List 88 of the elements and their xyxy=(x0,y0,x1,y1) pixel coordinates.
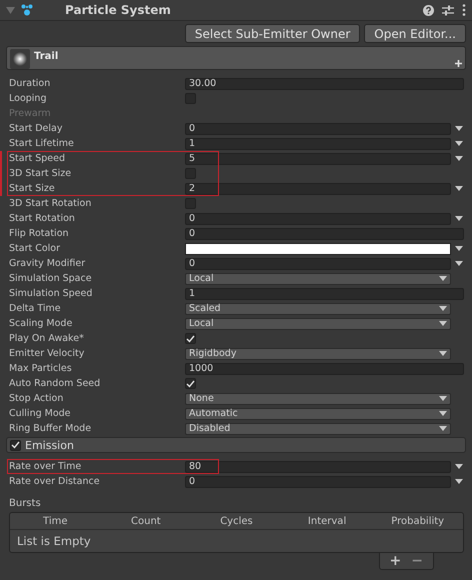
dropdown-arrow-icon[interactable] xyxy=(455,141,463,146)
property-label: Stop Action xyxy=(8,393,64,404)
number-field[interactable]: 80 xyxy=(185,460,451,472)
property-label: Start Rotation xyxy=(8,213,76,224)
particle-texture-icon xyxy=(13,52,27,66)
property-label: Looping xyxy=(8,93,48,104)
property-label: Start Speed xyxy=(8,153,66,164)
property-label: 3D Start Rotation xyxy=(8,198,92,209)
dropdown-arrow-icon[interactable] xyxy=(455,261,463,266)
dropdown[interactable]: None xyxy=(185,392,451,404)
checkmark-icon xyxy=(11,441,20,449)
column-header: Count xyxy=(130,516,162,526)
toolbar-button[interactable]: Select Sub-Emitter Owner xyxy=(184,24,360,43)
add-icon[interactable] xyxy=(455,60,462,67)
dropdown[interactable]: Rigidbody xyxy=(185,348,451,360)
column-header: Interval xyxy=(306,516,348,526)
property-label: Start Delay xyxy=(8,123,64,134)
number-field[interactable]: 0 xyxy=(185,476,451,488)
dropdown-arrow-icon[interactable] xyxy=(439,321,447,326)
dropdown-arrow-icon[interactable] xyxy=(455,156,463,161)
property-label: Start Size xyxy=(8,183,56,194)
property-label: Delta Time xyxy=(8,303,62,314)
dropdown[interactable]: Automatic xyxy=(185,408,451,420)
number-field[interactable]: 30.00 xyxy=(185,78,464,90)
property-label: Simulation Space xyxy=(8,273,93,284)
module-title: Trail xyxy=(34,51,58,62)
number-field[interactable]: 1000 xyxy=(185,362,464,374)
number-field[interactable]: 1 xyxy=(185,138,451,150)
module-header[interactable]: Trail xyxy=(6,46,466,70)
number-field[interactable]: 5 xyxy=(185,152,451,164)
column-header: Probability xyxy=(390,516,446,526)
dropdown-arrow-icon[interactable] xyxy=(439,351,447,356)
dropdown-arrow-icon[interactable] xyxy=(455,186,463,191)
property-label: Rate over Distance xyxy=(8,476,101,487)
checkbox[interactable] xyxy=(10,440,21,450)
dropdown-arrow-icon[interactable] xyxy=(439,426,447,431)
dropdown-arrow-icon[interactable] xyxy=(439,276,447,281)
property-label: Gravity Modifier xyxy=(8,258,86,269)
checkbox[interactable] xyxy=(185,378,196,389)
dropdown-arrow-icon[interactable] xyxy=(455,479,463,484)
checkmark-icon xyxy=(186,334,195,342)
property-label: Start Color xyxy=(8,243,62,254)
dropdown-arrow-icon[interactable] xyxy=(439,396,447,401)
dropdown[interactable]: Local xyxy=(185,318,451,330)
number-field[interactable]: 0 xyxy=(185,258,451,270)
number-field[interactable]: 1 xyxy=(185,288,464,300)
empty-list-text: List is Empty xyxy=(16,533,92,550)
dropdown[interactable]: Local xyxy=(185,272,451,284)
section-label: Bursts xyxy=(9,498,41,509)
add-button[interactable]: + xyxy=(390,554,402,568)
toolbar-button[interactable]: Open Editor... xyxy=(364,24,466,43)
dropdown-arrow-icon[interactable] xyxy=(439,306,447,311)
property-label: Start Lifetime xyxy=(8,138,75,149)
number-field[interactable]: 0 xyxy=(185,212,451,224)
dropdown-arrow-icon[interactable] xyxy=(439,411,447,416)
column-header: Time xyxy=(42,516,69,526)
property-label: Auto Random Seed xyxy=(8,378,102,389)
dropdown[interactable]: Scaled xyxy=(185,302,451,314)
module-title: Emission xyxy=(25,438,74,452)
dropdown-arrow-icon[interactable] xyxy=(455,464,463,469)
number-field[interactable]: 0 xyxy=(185,122,451,134)
dropdown[interactable]: Disabled xyxy=(185,422,451,434)
checkbox[interactable] xyxy=(185,333,196,344)
property-label: Max Particles xyxy=(8,363,73,374)
property-label: Flip Rotation xyxy=(8,228,70,239)
column-header: Cycles xyxy=(219,516,254,526)
checkmark-icon xyxy=(186,380,195,388)
property-label: Play On Awake* xyxy=(8,333,85,344)
sliders-icon[interactable] xyxy=(442,4,454,16)
help-icon[interactable] xyxy=(423,4,434,16)
more-icon[interactable] xyxy=(462,4,466,16)
property-label: Culling Mode xyxy=(8,408,72,419)
dropdown-arrow-icon[interactable] xyxy=(455,216,463,221)
property-label: Ring Buffer Mode xyxy=(8,423,92,434)
number-field[interactable]: 2 xyxy=(185,182,451,194)
dropdown-arrow-icon[interactable] xyxy=(455,246,463,251)
property-label: Scaling Mode xyxy=(8,318,74,329)
dropdown-arrow-icon[interactable] xyxy=(455,126,463,131)
property-label: Emitter Velocity xyxy=(8,348,86,359)
number-field[interactable]: 0 xyxy=(185,228,464,240)
property-label: Duration xyxy=(8,78,52,89)
module-header[interactable]: Emission xyxy=(6,437,466,453)
component-title: Particle System xyxy=(65,3,172,17)
particles-icon xyxy=(21,4,33,16)
color-swatch[interactable] xyxy=(185,242,451,254)
property-label: 3D Start Size xyxy=(8,168,72,179)
property-label: Rate over Time xyxy=(8,461,82,472)
property-label: Simulation Speed xyxy=(8,288,94,299)
